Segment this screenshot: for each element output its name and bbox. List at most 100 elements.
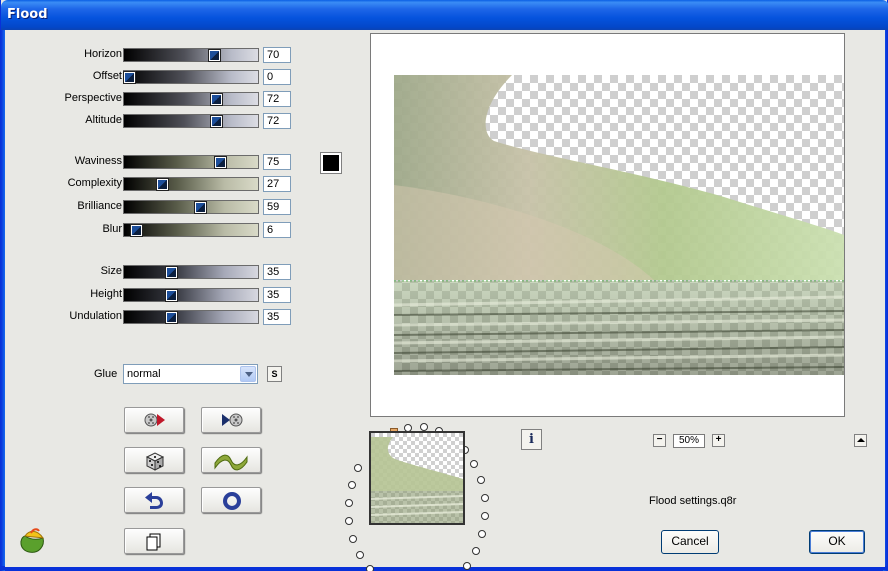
undulation-label: Undulation (69, 310, 122, 322)
ring-icon (223, 492, 241, 510)
preset-dot[interactable] (470, 460, 478, 468)
horizon-slider-thumb[interactable] (209, 50, 220, 61)
param-row-offset: Offset 0 (5, 69, 305, 85)
cancel-button[interactable]: Cancel (661, 530, 719, 554)
altitude-slider-thumb[interactable] (211, 116, 222, 127)
complexity-value[interactable]: 27 (263, 176, 291, 192)
param-row-blur: Blur 6 (5, 222, 305, 238)
glue-label: Glue (94, 368, 118, 380)
reset-button[interactable] (201, 487, 261, 513)
altitude-value[interactable]: 72 (263, 113, 291, 129)
preset-dot[interactable] (354, 464, 362, 472)
param-row-undulation: Undulation 35 (5, 309, 305, 325)
play-film-reel-button[interactable] (201, 407, 261, 433)
preset-dot[interactable] (345, 499, 353, 507)
waviness-value[interactable]: 75 (263, 154, 291, 170)
undulation-value[interactable]: 35 (263, 309, 291, 325)
blur-label: Blur (102, 223, 122, 235)
flood-dialog: Flood Horizon 70 Offset 0 Perspective 72 Altit… (0, 0, 888, 571)
title-bar[interactable]: Flood (1, 0, 888, 30)
size-value[interactable]: 35 (263, 264, 291, 280)
size-label: Size (100, 265, 122, 277)
film-reel-play-button[interactable] (124, 407, 184, 433)
blur-value[interactable]: 6 (263, 222, 291, 238)
preview-image (394, 75, 844, 375)
filter-factory-logo-icon (20, 528, 45, 553)
waviness-slider-thumb[interactable] (215, 157, 226, 168)
horizon-label: Horizon (84, 48, 122, 60)
blur-slider-thumb[interactable] (131, 225, 142, 236)
brilliance-slider-thumb[interactable] (195, 202, 206, 213)
preset-dot[interactable] (481, 494, 489, 502)
copy-pages-icon (146, 533, 161, 551)
brilliance-slider[interactable] (123, 200, 259, 214)
preset-dot[interactable] (477, 476, 485, 484)
preset-dot[interactable] (356, 551, 364, 559)
preset-dot[interactable] (463, 562, 471, 570)
perspective-slider-thumb[interactable] (211, 94, 222, 105)
undo-button[interactable] (124, 487, 184, 513)
chevron-up-icon[interactable] (854, 434, 867, 447)
film-reel-play-icon (144, 413, 165, 427)
param-row-height: Height 35 (5, 287, 305, 303)
wave-icon (214, 454, 248, 471)
offset-slider[interactable] (123, 70, 259, 84)
glue-s-button[interactable]: S (267, 366, 282, 382)
preset-dot[interactable] (472, 547, 480, 555)
height-value[interactable]: 35 (263, 287, 291, 303)
info-button[interactable] (521, 429, 542, 450)
dialog-client: Horizon 70 Offset 0 Perspective 72 Altitude 72 W… (5, 30, 885, 571)
preset-dot[interactable] (420, 423, 428, 431)
param-row-perspective: Perspective 72 (5, 91, 305, 107)
perspective-value[interactable]: 72 (263, 91, 291, 107)
param-row-altitude: Altitude 72 (5, 113, 305, 129)
horizon-value[interactable]: 70 (263, 47, 291, 63)
dice-icon (145, 452, 165, 471)
altitude-slider[interactable] (123, 114, 259, 128)
copy-button[interactable] (124, 528, 184, 554)
preset-dot[interactable] (366, 565, 374, 571)
size-slider[interactable] (123, 265, 259, 279)
ok-button[interactable]: OK (809, 530, 865, 554)
complexity-slider-thumb[interactable] (157, 179, 168, 190)
param-row-horizon: Horizon 70 (5, 47, 305, 63)
preset-dot[interactable] (349, 535, 357, 543)
offset-slider-thumb[interactable] (124, 72, 135, 83)
param-row-size: Size 35 (5, 264, 305, 280)
undulation-slider[interactable] (123, 310, 259, 324)
height-slider[interactable] (123, 288, 259, 302)
perspective-slider[interactable] (123, 92, 259, 106)
complexity-slider[interactable] (123, 177, 259, 191)
zoom-in-button[interactable]: + (712, 434, 725, 447)
brilliance-value[interactable]: 59 (263, 199, 291, 215)
preview-panel[interactable] (370, 33, 845, 417)
waviness-slider[interactable] (123, 155, 259, 169)
glue-select[interactable]: normal (123, 364, 258, 384)
preset-dot[interactable] (478, 530, 486, 538)
undulation-slider-thumb[interactable] (166, 312, 177, 323)
preset-dot[interactable] (481, 512, 489, 520)
preset-dot[interactable] (345, 517, 353, 525)
chevron-down-icon[interactable] (240, 366, 256, 382)
height-slider-thumb[interactable] (166, 290, 177, 301)
preset-thumbnail[interactable] (369, 431, 465, 525)
randomize-button[interactable] (124, 447, 184, 473)
altitude-label: Altitude (85, 114, 122, 126)
height-label: Height (90, 288, 122, 300)
offset-label: Offset (92, 70, 122, 82)
complexity-label: Complexity (67, 177, 122, 189)
param-row-brilliance: Brilliance 59 (5, 199, 305, 215)
zoom-level: 50% (673, 434, 705, 448)
blur-slider[interactable] (123, 223, 259, 237)
brilliance-label: Brilliance (77, 200, 122, 212)
wave-button[interactable] (201, 447, 261, 473)
perspective-label: Perspective (64, 92, 122, 104)
play-film-reel-icon (222, 413, 243, 427)
size-slider-thumb[interactable] (166, 267, 177, 278)
offset-value[interactable]: 0 (263, 69, 291, 85)
settings-filename: Flood settings.q8r (649, 495, 737, 507)
color-swatch[interactable] (321, 153, 341, 173)
zoom-out-button[interactable]: − (653, 434, 666, 447)
preset-dot[interactable] (348, 481, 356, 489)
horizon-slider[interactable] (123, 48, 259, 62)
